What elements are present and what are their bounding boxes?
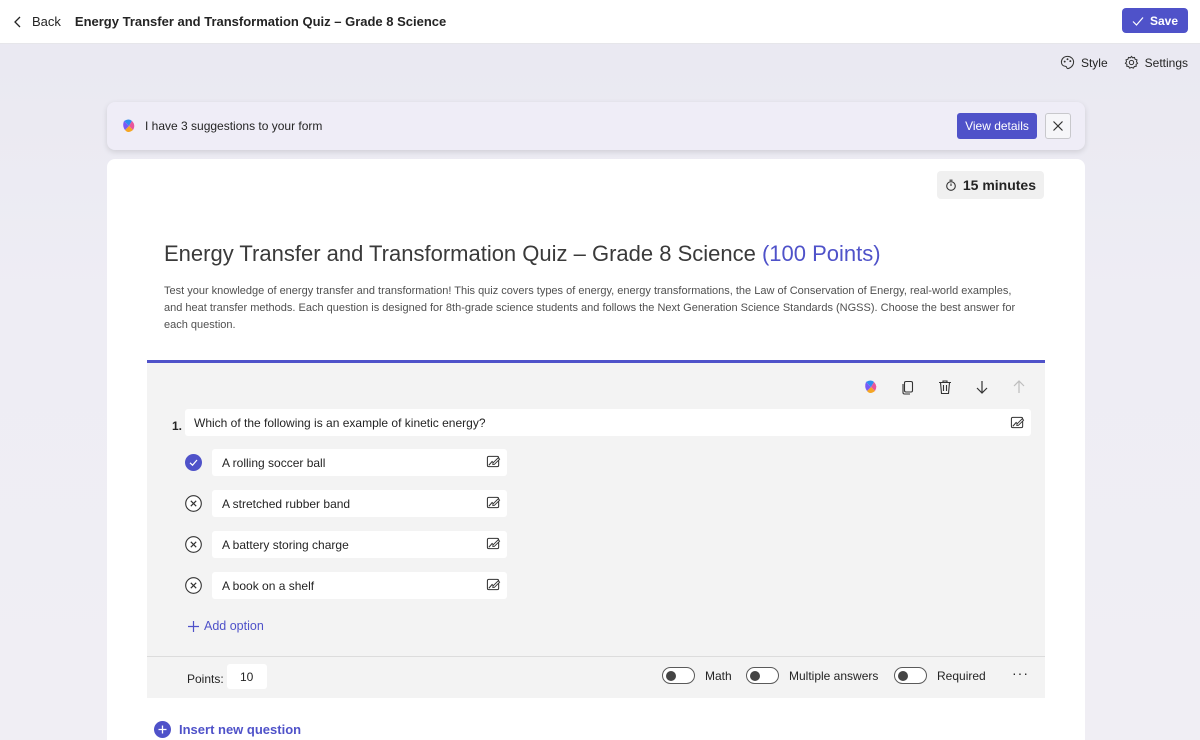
- save-button[interactable]: Save: [1122, 8, 1188, 33]
- points-label: Points:: [187, 672, 224, 686]
- question-card[interactable]: 1. Which of the following is an example …: [147, 360, 1045, 698]
- question-toolbar: [863, 379, 1027, 395]
- suggestion-text: I have 3 suggestions to your form: [145, 119, 323, 133]
- close-icon: [1053, 121, 1063, 131]
- close-suggestion-button[interactable]: [1045, 113, 1071, 139]
- arrow-up-icon[interactable]: [1011, 379, 1027, 395]
- math-label: Math: [705, 668, 732, 683]
- insert-image-icon[interactable]: [1010, 415, 1025, 433]
- style-button[interactable]: Style: [1060, 55, 1108, 70]
- incorrect-x-icon[interactable]: [185, 536, 202, 553]
- back-button[interactable]: Back: [12, 14, 61, 29]
- quiz-title[interactable]: Energy Transfer and Transformation Quiz …: [164, 241, 881, 267]
- insert-image-icon[interactable]: [486, 495, 501, 513]
- multiple-answers-toggle-group: Multiple answers: [746, 667, 878, 684]
- copy-icon[interactable]: [900, 379, 916, 395]
- page-title: Energy Transfer and Transformation Quiz …: [74, 14, 447, 29]
- option-row: A book on a shelf: [185, 572, 507, 599]
- chevron-left-icon: [14, 16, 21, 27]
- required-label: Required: [937, 668, 986, 683]
- required-toggle-group: Required: [894, 667, 986, 684]
- timer-text: 15 minutes: [962, 177, 1036, 193]
- option-field[interactable]: A book on a shelf: [212, 572, 507, 599]
- copilot-icon[interactable]: [863, 379, 879, 395]
- quiz-description[interactable]: Test your knowledge of energy transfer a…: [164, 283, 1024, 334]
- correct-check-icon[interactable]: [185, 454, 202, 471]
- option-label: A rolling soccer ball: [222, 455, 326, 470]
- view-details-button[interactable]: View details: [957, 113, 1037, 139]
- delete-icon[interactable]: [937, 379, 953, 395]
- add-option-label: Add option: [204, 619, 264, 633]
- more-options-button[interactable]: ···: [1012, 665, 1029, 681]
- insert-image-icon[interactable]: [486, 577, 501, 595]
- quiz-points: (100 Points): [761, 241, 881, 266]
- multiple-answers-label: Multiple answers: [789, 668, 879, 683]
- add-option-button[interactable]: Add option: [187, 619, 264, 633]
- stopwatch-icon: [946, 179, 956, 191]
- option-field[interactable]: A stretched rubber band: [212, 490, 507, 517]
- settings-label: Settings: [1144, 55, 1188, 70]
- option-label: A stretched rubber band: [222, 496, 351, 511]
- incorrect-x-icon[interactable]: [185, 577, 202, 594]
- style-settings-bar: Style Settings: [1060, 55, 1188, 70]
- insert-question-label: Insert new question: [179, 722, 302, 737]
- style-label: Style: [1080, 55, 1108, 70]
- checkmark-icon: [1132, 16, 1144, 26]
- option-row: A stretched rubber band: [185, 490, 507, 517]
- option-label: A battery storing charge: [222, 537, 349, 552]
- quiz-card: 15 minutes Energy Transfer and Transform…: [107, 159, 1085, 740]
- quiz-title-text: Energy Transfer and Transformation Quiz …: [164, 241, 756, 266]
- insert-image-icon[interactable]: [486, 454, 501, 472]
- timer-badge[interactable]: 15 minutes: [936, 171, 1044, 199]
- required-toggle[interactable]: [894, 667, 927, 684]
- copilot-icon: [123, 119, 135, 132]
- palette-icon: [1060, 55, 1075, 70]
- plus-icon: [188, 620, 199, 632]
- arrow-down-icon[interactable]: [974, 379, 990, 395]
- incorrect-x-icon[interactable]: [185, 495, 202, 512]
- points-input[interactable]: 10: [227, 664, 267, 689]
- top-bar: Back Energy Transfer and Transformation …: [0, 0, 1200, 44]
- insert-image-icon[interactable]: [486, 536, 501, 554]
- add-circle-icon: [154, 721, 171, 738]
- option-field[interactable]: A rolling soccer ball: [212, 449, 507, 476]
- question-number: 1.: [172, 419, 183, 433]
- gear-icon: [1124, 55, 1138, 69]
- suggestion-banner: I have 3 suggestions to your form View d…: [107, 102, 1085, 150]
- question-text-field[interactable]: Which of the following is an example of …: [185, 409, 1031, 436]
- question-footer: Points: 10 Math Multiple answers Require…: [147, 656, 1045, 698]
- back-label: Back: [32, 14, 61, 29]
- multiple-answers-toggle[interactable]: [746, 667, 779, 684]
- option-label: A book on a shelf: [222, 578, 315, 593]
- question-text: Which of the following is an example of …: [194, 415, 486, 430]
- settings-button[interactable]: Settings: [1124, 55, 1188, 70]
- math-toggle-group: Math: [662, 667, 732, 684]
- option-row: A battery storing charge: [185, 531, 507, 558]
- option-field[interactable]: A battery storing charge: [212, 531, 507, 558]
- save-label: Save: [1149, 13, 1179, 28]
- option-row: A rolling soccer ball: [185, 449, 507, 476]
- math-toggle[interactable]: [662, 667, 695, 684]
- insert-question-button[interactable]: Insert new question: [154, 721, 301, 738]
